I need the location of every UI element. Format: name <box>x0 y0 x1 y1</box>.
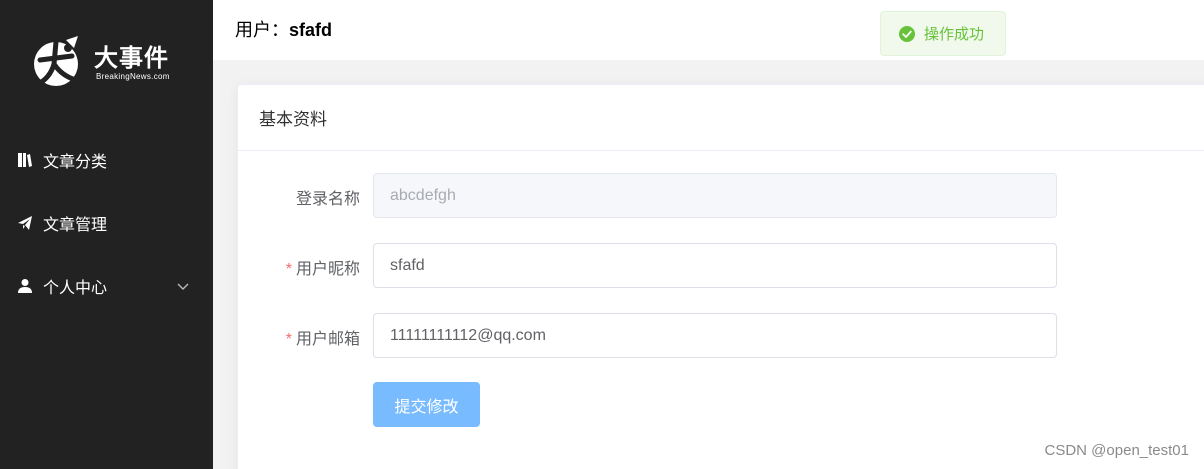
logo[interactable]: 大事件 BreakingNews.com <box>32 32 172 90</box>
required-mark: * <box>285 261 292 278</box>
header: 用户：sfafd 操作成功 <box>213 0 1204 60</box>
book-icon <box>16 151 34 169</box>
paper-plane-icon <box>16 214 34 232</box>
email-label-text: 用户邮箱 <box>295 331 360 348</box>
login-name-label-text: 登录名称 <box>295 191 360 208</box>
form-row-nickname: * 用户昵称 <box>238 243 1204 288</box>
sidebar-item-label: 个人中心 <box>43 280 108 297</box>
success-toast: 操作成功 <box>880 11 1006 56</box>
sidebar-item-label: 文章分类 <box>43 154 108 171</box>
toast-message: 操作成功 <box>924 26 985 43</box>
login-name-label: 登录名称 <box>296 185 360 209</box>
sidebar-item-article-category[interactable]: 文章分类 <box>0 132 213 188</box>
logo-title: 大事件 <box>94 43 169 72</box>
sidebar: 大事件 BreakingNews.com 文章分类 文章管理 个人中心 <box>0 0 213 469</box>
current-user-label: 用户：sfafd <box>235 16 332 42</box>
user-prefix: 用户： <box>235 20 289 40</box>
submit-button[interactable]: 提交修改 <box>373 382 480 427</box>
nickname-label: * 用户昵称 <box>286 255 360 279</box>
sidebar-item-personal-center[interactable]: 个人中心 <box>0 258 213 314</box>
profile-card: 基本资料 登录名称 *用户昵称 *用户邮箱 提交修改 <box>237 84 1204 469</box>
card-title: 基本资料 <box>238 85 1204 151</box>
nickname-input[interactable] <box>373 243 1057 288</box>
email-input[interactable] <box>373 313 1057 358</box>
logo-mark-icon <box>34 36 79 87</box>
success-check-icon <box>899 25 915 42</box>
logo-subtitle: BreakingNews.com <box>96 72 170 81</box>
email-label: * 用户邮箱 <box>286 325 360 349</box>
watermark: CSDN @open_test01 <box>1044 442 1189 459</box>
form-row-login-name: 登录名称 <box>238 173 1204 218</box>
form-row-email: * 用户邮箱 <box>238 313 1204 358</box>
chevron-down-icon[interactable] <box>177 280 189 292</box>
sidebar-item-label: 文章管理 <box>43 217 108 234</box>
sidebar-item-article-management[interactable]: 文章管理 <box>0 195 213 251</box>
nickname-label-text: 用户昵称 <box>295 261 360 278</box>
username: sfafd <box>289 20 333 40</box>
required-mark: * <box>285 331 292 348</box>
user-icon <box>16 277 34 295</box>
login-name-input <box>373 173 1057 218</box>
